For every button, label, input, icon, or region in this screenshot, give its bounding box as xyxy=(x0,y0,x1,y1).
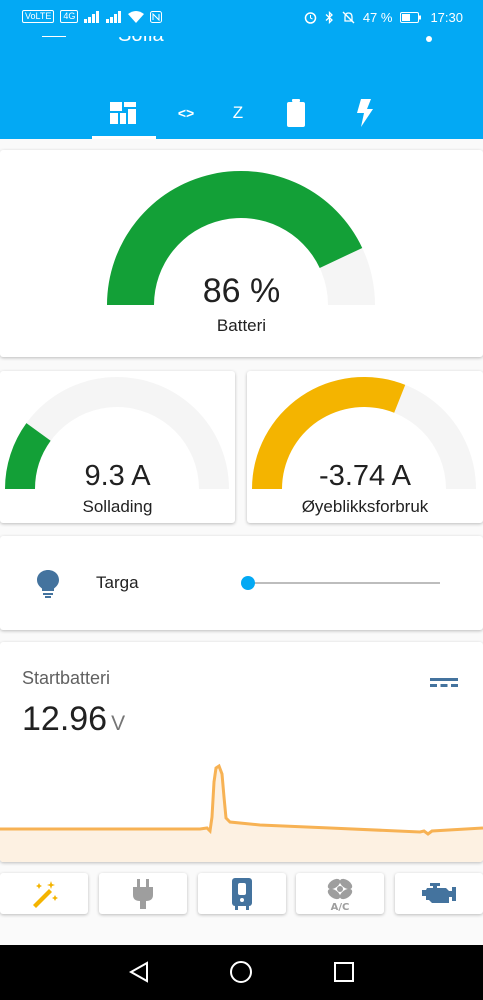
alarm-icon xyxy=(304,12,317,24)
consumption-gauge-card[interactable]: -3.74 A Øyeblikksforbruk xyxy=(247,371,483,523)
brightness-slider-handle[interactable] xyxy=(241,576,255,590)
consumption-gauge-value: -3.74 A xyxy=(319,460,411,492)
water-heater-button[interactable] xyxy=(198,873,286,914)
network-indicator: 4G xyxy=(60,10,79,23)
app-title: Sofia xyxy=(118,36,164,47)
engine-icon xyxy=(422,882,456,903)
app-bar: Sofia <> Z xyxy=(0,36,483,139)
svg-text:A/C: A/C xyxy=(331,902,350,911)
flash-icon xyxy=(357,98,373,127)
battery-gauge-value: 86 % xyxy=(202,272,281,310)
tab-code-label: <> xyxy=(177,104,195,121)
signal-icon xyxy=(84,10,100,23)
mute-icon xyxy=(342,11,355,24)
tab-battery[interactable] xyxy=(264,86,328,139)
water-boiler-icon xyxy=(232,877,252,910)
overflow-menu-icon[interactable] xyxy=(426,36,432,42)
solar-gauge-value: 9.3 A xyxy=(84,460,151,492)
solar-gauge-card[interactable]: 9.3 A Sollading xyxy=(0,371,235,523)
battery-percent: 47 % xyxy=(362,10,393,25)
quick-actions: A/C xyxy=(0,870,483,916)
start-battery-card[interactable]: Startbatteri 12.96 V xyxy=(0,642,483,862)
shore-power-button[interactable] xyxy=(99,873,187,914)
system-navigation-bar xyxy=(0,945,483,1000)
tab-z[interactable]: Z xyxy=(206,86,270,139)
tab-power[interactable] xyxy=(333,86,397,139)
history-line xyxy=(0,763,483,836)
recents-icon[interactable] xyxy=(334,962,354,982)
tab-overview[interactable] xyxy=(92,86,156,139)
air-conditioner-button[interactable]: A/C xyxy=(296,873,384,914)
dashboard-icon xyxy=(110,101,136,124)
battery-icon xyxy=(287,98,305,127)
volte-indicator: VoLTE xyxy=(22,10,55,23)
back-icon[interactable] xyxy=(128,961,150,983)
history-area xyxy=(0,766,483,862)
nfc-icon xyxy=(150,10,163,23)
home-icon[interactable] xyxy=(229,960,253,984)
lightbulb-icon[interactable] xyxy=(37,570,59,598)
history-graph xyxy=(0,763,483,862)
solar-gauge-label: Sollading xyxy=(82,497,153,516)
battery-gauge-label: Batteri xyxy=(216,316,267,335)
clock: 17:30 xyxy=(430,10,463,25)
brightness-slider-track[interactable] xyxy=(248,582,440,584)
magic-wand-icon xyxy=(33,880,58,908)
menu-icon[interactable] xyxy=(42,36,66,40)
signal-icon-2 xyxy=(106,10,122,23)
light-card: Targa xyxy=(0,536,483,630)
battery-gauge-card[interactable]: 86 % Batteri xyxy=(0,150,483,357)
battery-status-icon xyxy=(400,12,422,23)
bluetooth-icon xyxy=(325,11,333,24)
consumption-gauge-label: Øyeblikksforbruk xyxy=(301,497,429,516)
view-tabs: <> Z xyxy=(0,86,483,139)
engine-button[interactable] xyxy=(395,873,483,914)
power-plug-icon xyxy=(133,878,153,909)
light-name: Targa xyxy=(96,573,139,592)
tab-z-label: Z xyxy=(232,102,244,122)
air-conditioner-icon: A/C xyxy=(327,878,353,911)
status-bar: VoLTE 4G 47 % 17:30 xyxy=(0,0,483,36)
wifi-icon xyxy=(128,10,145,23)
scene-button[interactable] xyxy=(0,873,88,914)
